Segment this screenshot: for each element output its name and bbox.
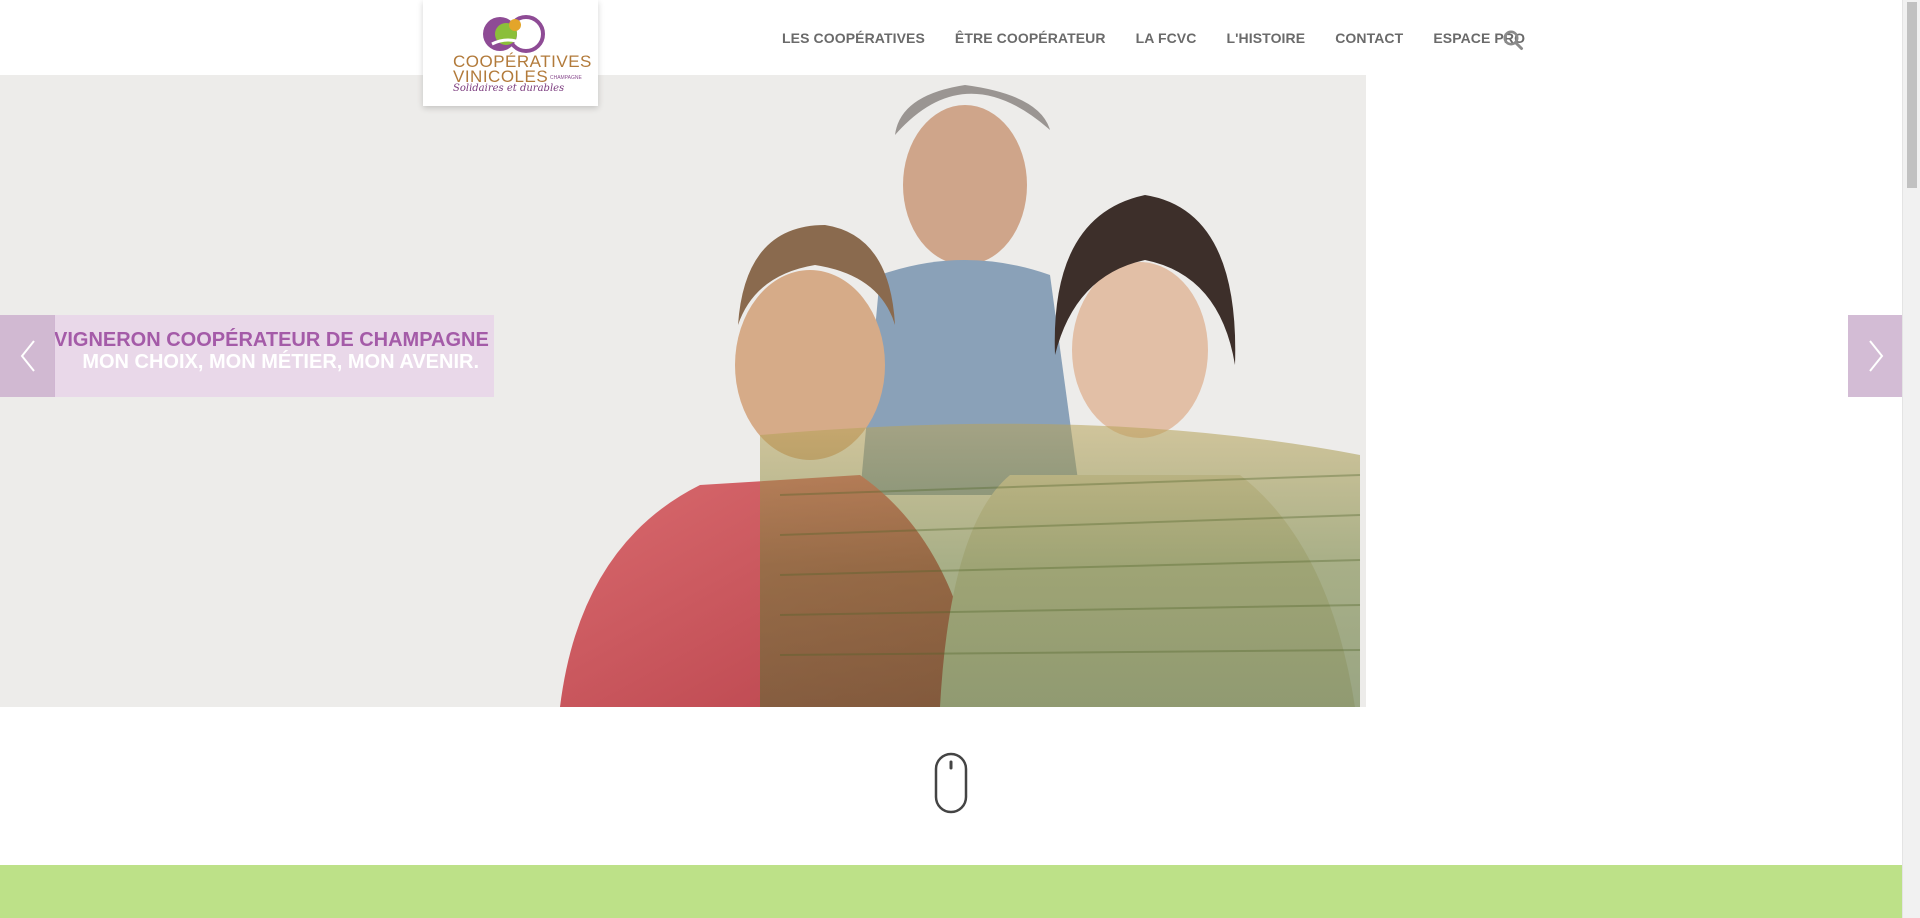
nav-contact[interactable]: CONTACT <box>1335 30 1403 46</box>
nav-les-cooperatives[interactable]: LES COOPÉRATIVES <box>782 30 925 46</box>
site-logo[interactable]: COOPÉRATIVES VINICOLES CHAMPAGNE Solidai… <box>423 0 598 106</box>
site-header: LES COOPÉRATIVES ÊTRE COOPÉRATEUR LA FCV… <box>0 0 1902 75</box>
hero-caption: VIGNERON COOPÉRATEUR DE CHAMPAGNE MON CH… <box>54 315 494 397</box>
nav-la-fcvc[interactable]: LA FCVC <box>1136 30 1197 46</box>
chevron-right-icon <box>1868 340 1883 372</box>
slider-next-button[interactable] <box>1848 315 1903 397</box>
scrollbar-thumb[interactable] <box>1907 2 1917 188</box>
hero-slider: VIGNERON COOPÉRATEUR DE CHAMPAGNE MON CH… <box>0 75 1366 707</box>
page-scrollbar[interactable] <box>1902 0 1920 918</box>
logo-text-small: CHAMPAGNE <box>550 75 582 81</box>
logo-mark-icon <box>483 15 545 53</box>
search-icon[interactable] <box>1502 29 1524 51</box>
chevron-left-icon <box>20 340 35 372</box>
green-section-band <box>0 865 1902 918</box>
slider-prev-button[interactable] <box>0 315 55 397</box>
nav-etre-cooperateur[interactable]: ÊTRE COOPÉRATEUR <box>955 30 1106 46</box>
nav-l-histoire[interactable]: L'HISTOIRE <box>1226 30 1305 46</box>
logo-tagline: Solidaires et durables <box>453 83 565 94</box>
main-nav: LES COOPÉRATIVES ÊTRE COOPÉRATEUR LA FCV… <box>782 30 1555 46</box>
hero-caption-title: VIGNERON COOPÉRATEUR DE CHAMPAGNE <box>54 329 489 351</box>
hero-caption-subtitle: MON CHOIX, MON MÉTIER, MON AVENIR. <box>82 351 479 373</box>
mouse-scroll-icon[interactable] <box>934 752 968 814</box>
